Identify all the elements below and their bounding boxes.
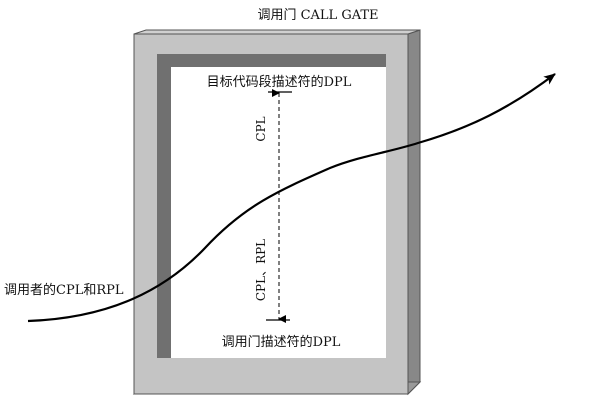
diagram-title: 调用门 CALL GATE [257,8,378,23]
frame-right-face [407,29,421,396]
cpl-rpl-axis-label: CPL、RPL [254,239,268,301]
target-dpl-label: 目标代码段描述符的DPL [207,74,352,90]
frame-top-face [133,29,421,35]
gate-dpl-label: 调用门描述符的DPL [222,334,341,350]
caller-label: 调用者的CPL和RPL [4,282,124,298]
call-gate-diagram: 调用门 CALL GATE 目标代码段描述符的DPL 调用门描述符的DPL CP… [4,8,556,396]
cpl-axis-label: CPL [254,116,268,141]
